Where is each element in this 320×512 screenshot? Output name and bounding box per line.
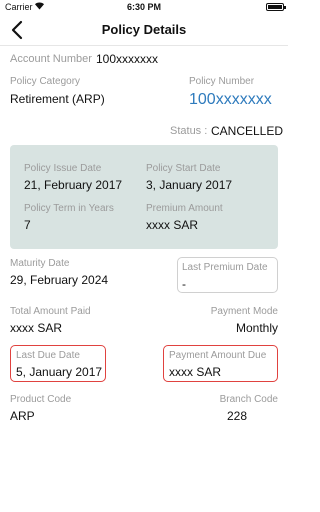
branch-code-label: Branch Code <box>219 394 278 405</box>
maturity-date-label: Maturity Date <box>10 258 70 269</box>
last-premium-date-label: Last Premium Date <box>182 262 268 273</box>
issue-date-value: 21, February 2017 <box>24 178 123 192</box>
policy-summary-card: Policy Issue Date 21, February 2017 Poli… <box>10 145 278 249</box>
status-bar: Carrier 6:30 PM <box>0 0 288 14</box>
status-label: Status : <box>170 125 208 137</box>
start-date-label: Policy Start Date <box>146 163 221 174</box>
total-amount-paid-value: xxxx SAR <box>10 321 63 335</box>
branch-code-value: 228 <box>226 409 247 423</box>
policy-category-value: Retirement (ARP) <box>10 92 105 106</box>
last-due-date-value: 5, January 2017 <box>16 365 103 379</box>
policy-number-value: 100xxxxxxx <box>189 91 272 108</box>
total-amount-paid-label: Total Amount Paid <box>10 306 91 317</box>
page-title: Policy Details <box>101 22 187 37</box>
policy-category-label: Policy Category <box>10 76 81 87</box>
account-number-label: Account Number <box>10 53 92 65</box>
account-number-value: 100xxxxxxx <box>96 52 159 66</box>
clock: 6:30 PM <box>126 2 161 12</box>
premium-amount-value: xxxx SAR <box>146 218 199 232</box>
payment-mode-label: Payment Mode <box>210 306 278 317</box>
battery-icon <box>266 3 286 11</box>
premium-amount-label: Premium Amount <box>146 203 223 214</box>
maturity-date-value: 29, February 2024 <box>10 273 109 287</box>
payment-amount-due-label: Payment Amount Due <box>169 350 267 361</box>
payment-amount-due-box: Payment Amount Due xxxx SAR <box>163 345 278 382</box>
payment-mode-value: Monthly <box>235 321 278 335</box>
last-premium-date-value: - <box>182 277 186 291</box>
last-due-date-label: Last Due Date <box>16 350 80 361</box>
product-code-label: Product Code <box>10 394 72 405</box>
status-value: CANCELLED <box>211 124 284 138</box>
policy-number-label: Policy Number <box>189 76 255 87</box>
issue-date-label: Policy Issue Date <box>24 163 102 174</box>
last-due-date-box: Last Due Date 5, January 2017 <box>10 345 106 382</box>
nav-bar: Policy Details <box>0 14 288 46</box>
policy-term-label: Policy Term in Years <box>24 203 114 214</box>
product-code-value: ARP <box>10 409 35 423</box>
policy-term-value: 7 <box>24 218 31 232</box>
last-premium-date-box: Last Premium Date - <box>177 257 278 293</box>
start-date-value: 3, January 2017 <box>146 178 233 192</box>
payment-amount-due-value: xxxx SAR <box>169 365 222 379</box>
